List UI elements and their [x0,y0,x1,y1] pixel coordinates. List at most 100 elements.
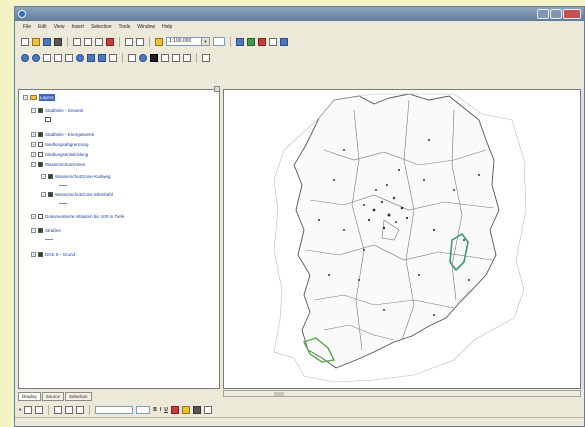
italic-icon[interactable]: I [160,407,161,413]
toc-layer-wsz-eltenbuehl[interactable]: − Wasserschutzzone Eltenbühl [41,191,113,198]
scrollbar-thumb[interactable] [274,392,284,396]
menu-selection[interactable]: Selection [91,22,112,33]
menu-view[interactable]: View [54,22,65,33]
tab-display[interactable]: Display [18,392,41,401]
map-vertical-scrollbar[interactable] [581,89,584,389]
menu-help[interactable]: Help [162,22,172,33]
redo-icon[interactable] [136,37,144,46]
find-icon[interactable] [150,53,158,62]
menu-insert[interactable]: Insert [71,22,84,33]
open-folder-icon[interactable] [32,37,40,46]
menu-file[interactable]: File [23,22,31,33]
app-globe-icon[interactable] [18,10,26,18]
paste-icon[interactable] [95,37,103,46]
expand-icon[interactable]: + [31,142,36,147]
toc-layer-siedlungsentwicklung[interactable]: + Siedlungsentwicklung [31,151,88,158]
collapse-icon[interactable]: − [41,192,46,197]
menu-edit[interactable]: Edit [38,22,47,33]
font-select[interactable] [95,406,134,414]
map-horizontal-scrollbar[interactable] [223,390,581,397]
rotate-icon[interactable] [35,406,44,414]
zoom-in-icon[interactable] [21,53,29,62]
toc-root[interactable]: − Layers [23,94,55,101]
copy-icon[interactable] [84,37,92,46]
select-elements-icon[interactable] [128,53,136,62]
new-document-icon[interactable] [21,37,29,46]
forward-extent-icon[interactable] [98,53,106,62]
help-icon[interactable] [280,37,288,46]
editor-icon[interactable] [236,37,244,46]
command-line-icon[interactable] [258,37,266,46]
zoom-out-icon[interactable] [32,53,40,62]
text-icon[interactable] [65,406,74,414]
collapse-icon[interactable]: − [31,108,36,113]
close-icon[interactable] [214,86,220,92]
select-elements-icon[interactable] [24,406,33,414]
edit-vertices-icon[interactable] [76,406,85,414]
fixed-zoom-in-icon[interactable] [43,53,51,62]
cut-icon[interactable] [73,37,81,46]
layer-visibility-checkbox[interactable] [38,132,43,137]
map-canvas[interactable] [224,90,580,388]
layer-visibility-checkbox[interactable] [38,152,43,157]
map-view[interactable] [223,89,581,389]
collapse-icon[interactable]: − [23,95,28,100]
layer-visibility-checkbox[interactable] [48,192,53,197]
toc-layer-stadtteile-gesamt[interactable]: − Stadtteile - Gesamt [31,107,84,114]
toc-layer-dgk5[interactable]: + DGK 5 - Grund [31,251,75,258]
collapse-icon[interactable]: − [41,174,46,179]
back-extent-icon[interactable] [87,53,95,62]
font-size-select[interactable] [136,406,151,414]
time-slider-icon[interactable] [183,53,191,62]
select-features-icon[interactable] [109,53,117,62]
toc-layer-siedlungsabgrenzung[interactable]: + Siedlungsabgrenzung [31,141,89,148]
layer-visibility-checkbox[interactable] [48,174,53,179]
drawing-menu-button[interactable]: ▾ [19,407,21,413]
underline-icon[interactable]: U [164,407,168,413]
layer-visibility-checkbox[interactable] [38,214,43,219]
delete-icon[interactable] [106,37,114,46]
map-scale-input[interactable]: 1:100.000 ▼ [166,37,210,46]
title-bar[interactable] [15,7,584,21]
layer-visibility-checkbox[interactable] [38,162,43,167]
layer-visibility-checkbox[interactable] [38,108,43,113]
minimize-button[interactable] [537,9,549,19]
print-icon[interactable] [54,37,62,46]
rectangle-icon[interactable] [54,406,63,414]
collapse-icon[interactable]: − [31,162,36,167]
menu-window[interactable]: Window [137,22,155,33]
marker-color-icon[interactable] [203,406,212,414]
measure-icon[interactable] [161,53,169,62]
fixed-zoom-out-icon[interactable] [54,53,62,62]
identify-icon[interactable] [139,53,147,62]
toc-layer-wasserschutzzonen[interactable]: − Wasserschutzzonen [31,161,85,168]
extension-tool-icon[interactable] [202,53,210,62]
layer-visibility-checkbox[interactable] [38,228,43,233]
expand-icon[interactable]: + [31,252,36,257]
pan-icon[interactable] [65,53,73,62]
font-color-icon[interactable] [170,406,179,414]
toc-layer-stadtteile-energie[interactable]: + Stadtteile - Energiewerte [31,131,94,138]
undo-icon[interactable] [125,37,133,46]
close-button[interactable] [563,9,581,19]
chevron-down-icon[interactable]: ▼ [201,38,209,45]
expand-icon[interactable]: + [31,152,36,157]
layer-visibility-checkbox[interactable] [38,142,43,147]
layer-visibility-checkbox[interactable] [38,252,43,257]
expand-icon[interactable]: + [31,132,36,137]
menu-tools[interactable]: Tools [119,22,131,33]
fill-color-icon[interactable] [181,406,190,414]
add-data-icon[interactable] [155,37,163,46]
toc-layer-altlasten[interactable]: + Dokumentierte Altlasten bis 100 m Tief… [31,213,124,220]
tab-source[interactable]: Source [41,392,65,401]
hyperlink-icon[interactable] [172,53,180,62]
arctoolbox-icon[interactable] [247,37,255,46]
scale-dropdown[interactable] [213,37,225,46]
expand-icon[interactable]: + [31,214,36,219]
collapse-icon[interactable]: − [31,228,36,233]
bold-icon[interactable]: B [153,407,157,413]
save-icon[interactable] [43,37,51,46]
toc-layer-strassen[interactable]: − Straßen [31,227,61,234]
python-window-icon[interactable] [269,37,277,46]
toc-layer-wsz-karlweg[interactable]: − Wasserschutzzone Karlweg [41,173,110,180]
